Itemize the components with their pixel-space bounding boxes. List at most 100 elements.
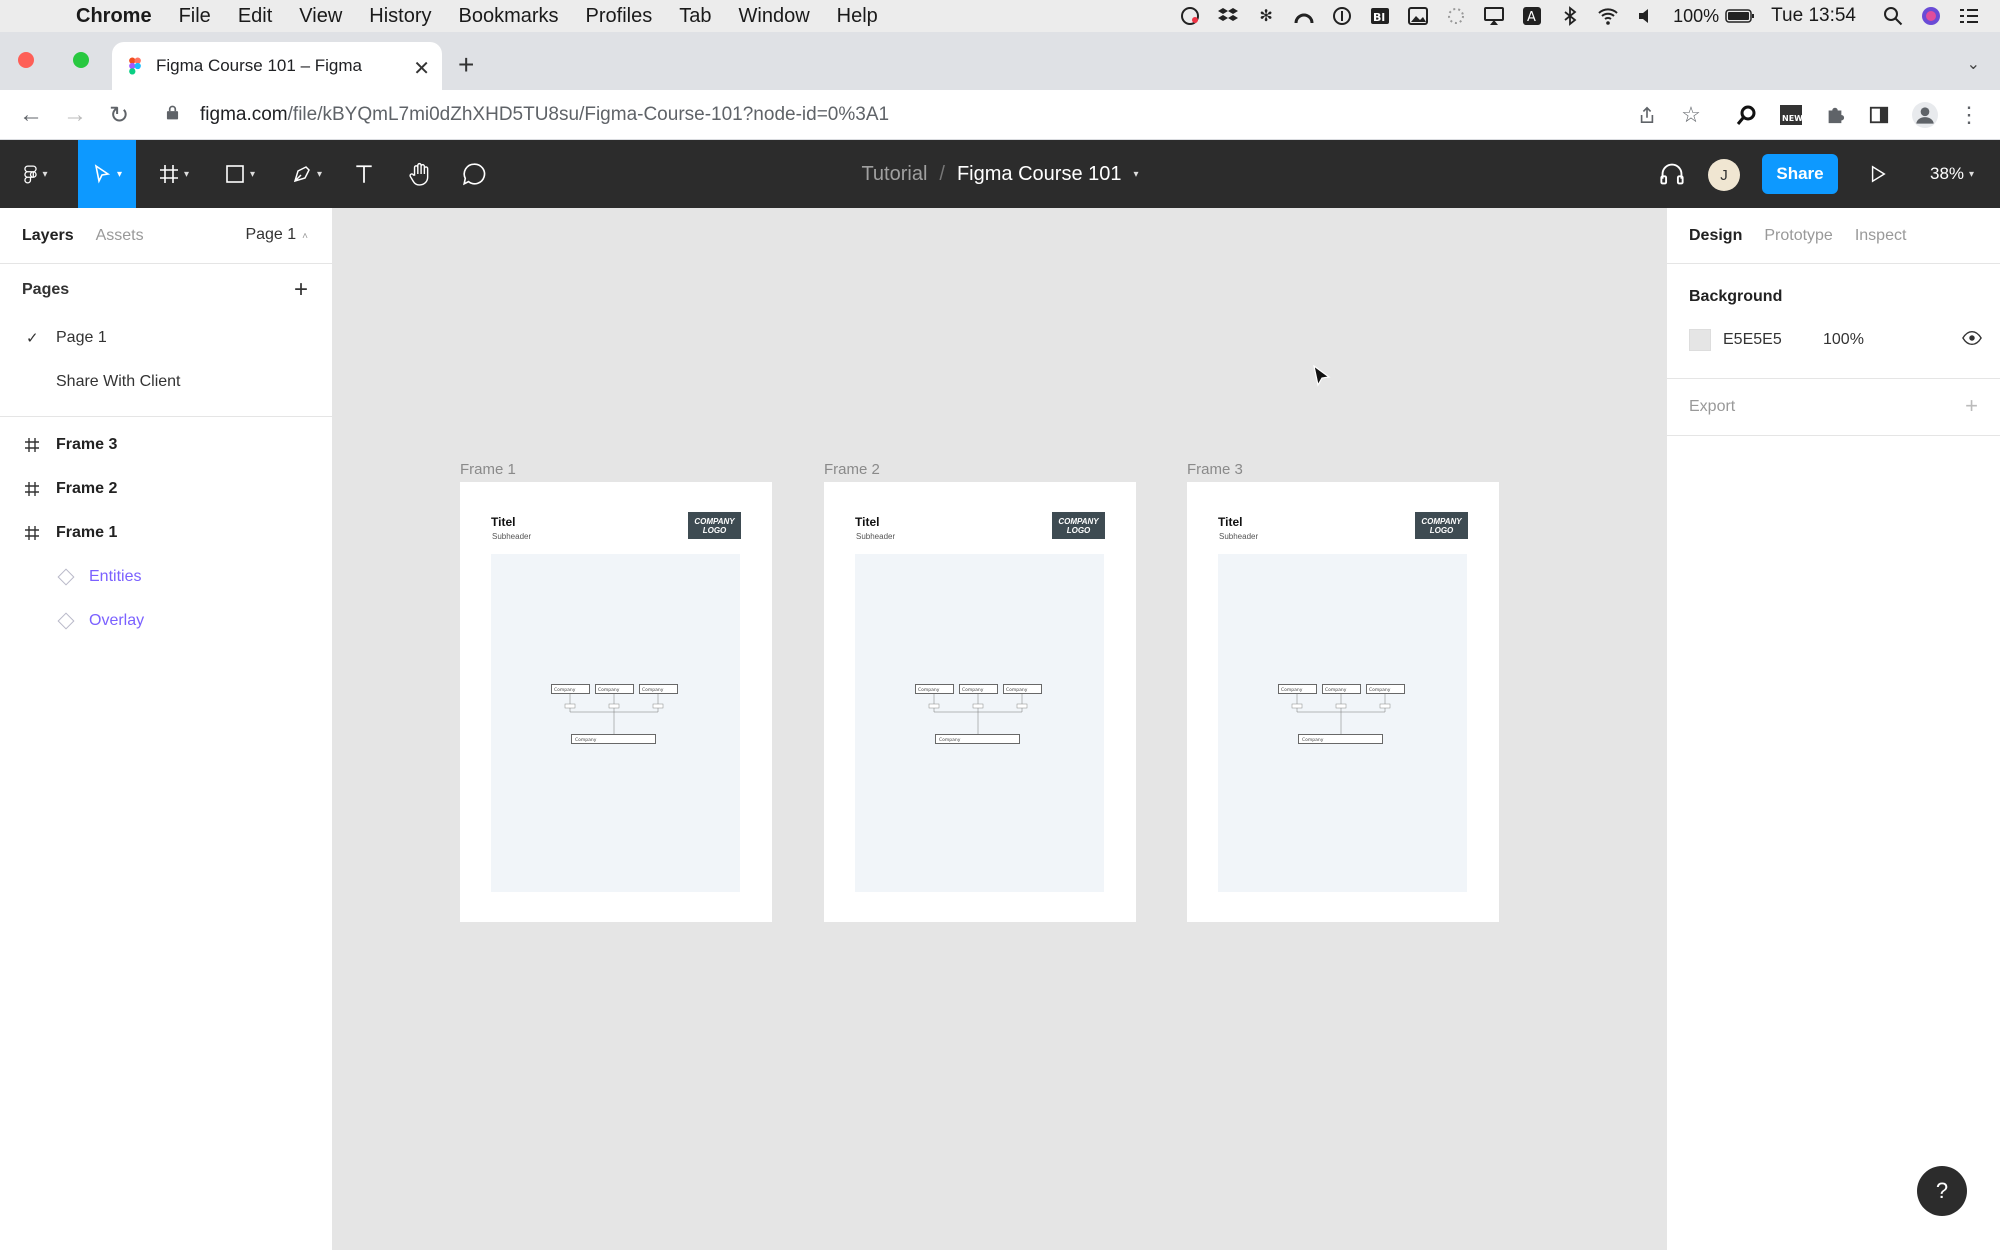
share-page-icon[interactable]	[1634, 102, 1660, 128]
pen-tool-button[interactable]: ▾	[280, 140, 334, 208]
project-name[interactable]: Tutorial	[861, 163, 927, 186]
gear-status-icon[interactable]: ✻	[1255, 5, 1277, 27]
chevron-down-icon[interactable]: ▾	[1134, 169, 1139, 180]
creative-cloud-icon[interactable]	[1179, 5, 1201, 27]
dropbox-icon[interactable]	[1217, 5, 1239, 27]
present-play-icon[interactable]	[1862, 140, 1894, 208]
component-diamond-icon	[57, 612, 75, 630]
menu-app-name[interactable]: Chrome	[76, 5, 152, 28]
move-tool-button[interactable]: ▾	[78, 140, 136, 208]
pages-heading: Pages	[22, 281, 70, 298]
extension-lens-icon[interactable]	[1734, 102, 1760, 128]
menu-help[interactable]: Help	[837, 5, 878, 28]
bi-icon[interactable]: Bl	[1369, 5, 1391, 27]
shape-tool-button[interactable]: ▾	[214, 140, 266, 208]
arc-icon[interactable]	[1293, 5, 1315, 27]
zoom-dropdown[interactable]: 38% ▾	[1930, 140, 1974, 208]
frame-label[interactable]: Frame 1	[460, 461, 516, 478]
battery-icon[interactable]	[1725, 5, 1755, 27]
user-avatar[interactable]: J	[1708, 159, 1740, 191]
background-color-swatch[interactable]	[1689, 329, 1711, 351]
tab-close-icon[interactable]: ✕	[413, 56, 430, 81]
reload-icon[interactable]: ↻	[106, 102, 132, 129]
background-opacity-input[interactable]: 100%	[1823, 331, 1864, 349]
background-hex-input[interactable]: E5E5E5	[1723, 331, 1782, 349]
lock-icon[interactable]	[166, 104, 182, 126]
page-item-share-with-client[interactable]: Share With Client	[0, 360, 332, 404]
main-menu-button[interactable]: ▾	[12, 140, 60, 208]
title-separator: /	[939, 162, 945, 185]
frame-label[interactable]: Frame 3	[1187, 461, 1243, 478]
menu-bookmarks[interactable]: Bookmarks	[459, 5, 559, 28]
tab-layers[interactable]: Layers	[22, 227, 74, 245]
siri-icon[interactable]	[1920, 5, 1942, 27]
frame-subheader: Subheader	[492, 532, 532, 541]
forward-arrow-icon[interactable]: →	[62, 101, 88, 128]
frame-tool-button[interactable]: ▾	[148, 140, 200, 208]
bookmark-star-icon[interactable]: ☆	[1678, 102, 1704, 128]
headphones-icon[interactable]	[1654, 140, 1690, 208]
layer-frame-3[interactable]: Frame 3	[0, 423, 332, 467]
menu-edit[interactable]: Edit	[238, 5, 272, 28]
side-panel-icon[interactable]	[1866, 102, 1892, 128]
loading-icon[interactable]	[1445, 5, 1467, 27]
onepassword-icon[interactable]	[1331, 5, 1353, 27]
address-bar[interactable]: figma.com /file/kBYQmL7mi0dZhXHD5TU8su/F…	[150, 96, 1710, 134]
frame-label[interactable]: Frame 2	[824, 461, 880, 478]
keyboard-input-icon[interactable]: A	[1521, 5, 1543, 27]
diagram-box-label: Company	[598, 687, 620, 693]
spotlight-search-icon[interactable]	[1882, 5, 1904, 27]
share-button[interactable]: Share	[1762, 154, 1838, 194]
page-item-page-1[interactable]: ✓ Page 1	[0, 316, 332, 360]
control-center-icon[interactable]	[1958, 5, 1980, 27]
menu-tab[interactable]: Tab	[679, 5, 711, 28]
layer-frame-1[interactable]: Frame 1	[0, 511, 332, 555]
frame-2[interactable]: Titel Subheader COMPANY LOGO Company Com…	[824, 482, 1136, 922]
comment-tool-button[interactable]	[456, 140, 492, 208]
org-diagram: Company Company Company Company	[551, 684, 678, 744]
add-page-icon[interactable]: +	[294, 276, 308, 304]
tab-inspect[interactable]: Inspect	[1855, 227, 1907, 245]
help-button[interactable]: ?	[1917, 1166, 1967, 1216]
tab-assets[interactable]: Assets	[96, 227, 144, 245]
menu-window[interactable]: Window	[739, 5, 810, 28]
menu-profiles[interactable]: Profiles	[586, 5, 653, 28]
airplay-icon[interactable]	[1483, 5, 1505, 27]
volume-icon[interactable]	[1635, 5, 1657, 27]
bluetooth-icon[interactable]	[1559, 5, 1581, 27]
panel-divider	[1667, 435, 2000, 436]
hand-tool-button[interactable]	[402, 140, 438, 208]
menubar-clock[interactable]: Tue 13:54	[1771, 5, 1856, 27]
new-tab-icon[interactable]: +	[458, 49, 474, 81]
profile-avatar-icon[interactable]	[1912, 102, 1938, 128]
file-name[interactable]: Figma Course 101	[957, 163, 1122, 186]
figma-toolbar: ▾ ▾ ▾ ▾ ▾ Tutorial / Figma Course 101 ▾ …	[0, 140, 2000, 208]
extensions-puzzle-icon[interactable]	[1822, 102, 1848, 128]
canvas[interactable]: Frame 1 Titel Subheader COMPANY LOGO Com…	[334, 208, 1666, 1250]
tab-design[interactable]: Design	[1689, 227, 1742, 245]
diagram-box-label: Company	[1281, 687, 1303, 693]
component-overlay[interactable]: Overlay	[0, 599, 332, 643]
menu-file[interactable]: File	[179, 5, 211, 28]
wifi-icon[interactable]	[1597, 5, 1619, 27]
back-arrow-icon[interactable]: ←	[18, 101, 44, 128]
tab-search-chevron-icon[interactable]: ⌄	[1967, 54, 1980, 74]
frame-3[interactable]: Titel Subheader COMPANY LOGO Company Com…	[1187, 482, 1499, 922]
menu-view[interactable]: View	[299, 5, 342, 28]
chrome-menu-icon[interactable]: ⋮	[1956, 102, 1982, 128]
extension-new-icon[interactable]: NEW	[1778, 102, 1804, 128]
browser-tab[interactable]: Figma Course 101 – Figma ✕	[112, 42, 442, 90]
window-zoom-button[interactable]	[73, 52, 89, 68]
menu-history[interactable]: History	[369, 5, 431, 28]
page-selector[interactable]: Page 1 ˄	[245, 226, 308, 244]
photo-icon[interactable]	[1407, 5, 1429, 27]
eye-icon[interactable]	[1962, 330, 1982, 351]
add-export-icon[interactable]: +	[1965, 393, 1978, 419]
component-entities[interactable]: Entities	[0, 555, 332, 599]
window-close-button[interactable]	[18, 52, 34, 68]
tab-prototype[interactable]: Prototype	[1764, 227, 1832, 245]
layer-frame-2[interactable]: Frame 2	[0, 467, 332, 511]
frame-1[interactable]: Titel Subheader COMPANY LOGO Company Com…	[460, 482, 772, 922]
browser-tab-title: Figma Course 101 – Figma	[156, 56, 362, 75]
text-tool-button[interactable]	[348, 140, 380, 208]
